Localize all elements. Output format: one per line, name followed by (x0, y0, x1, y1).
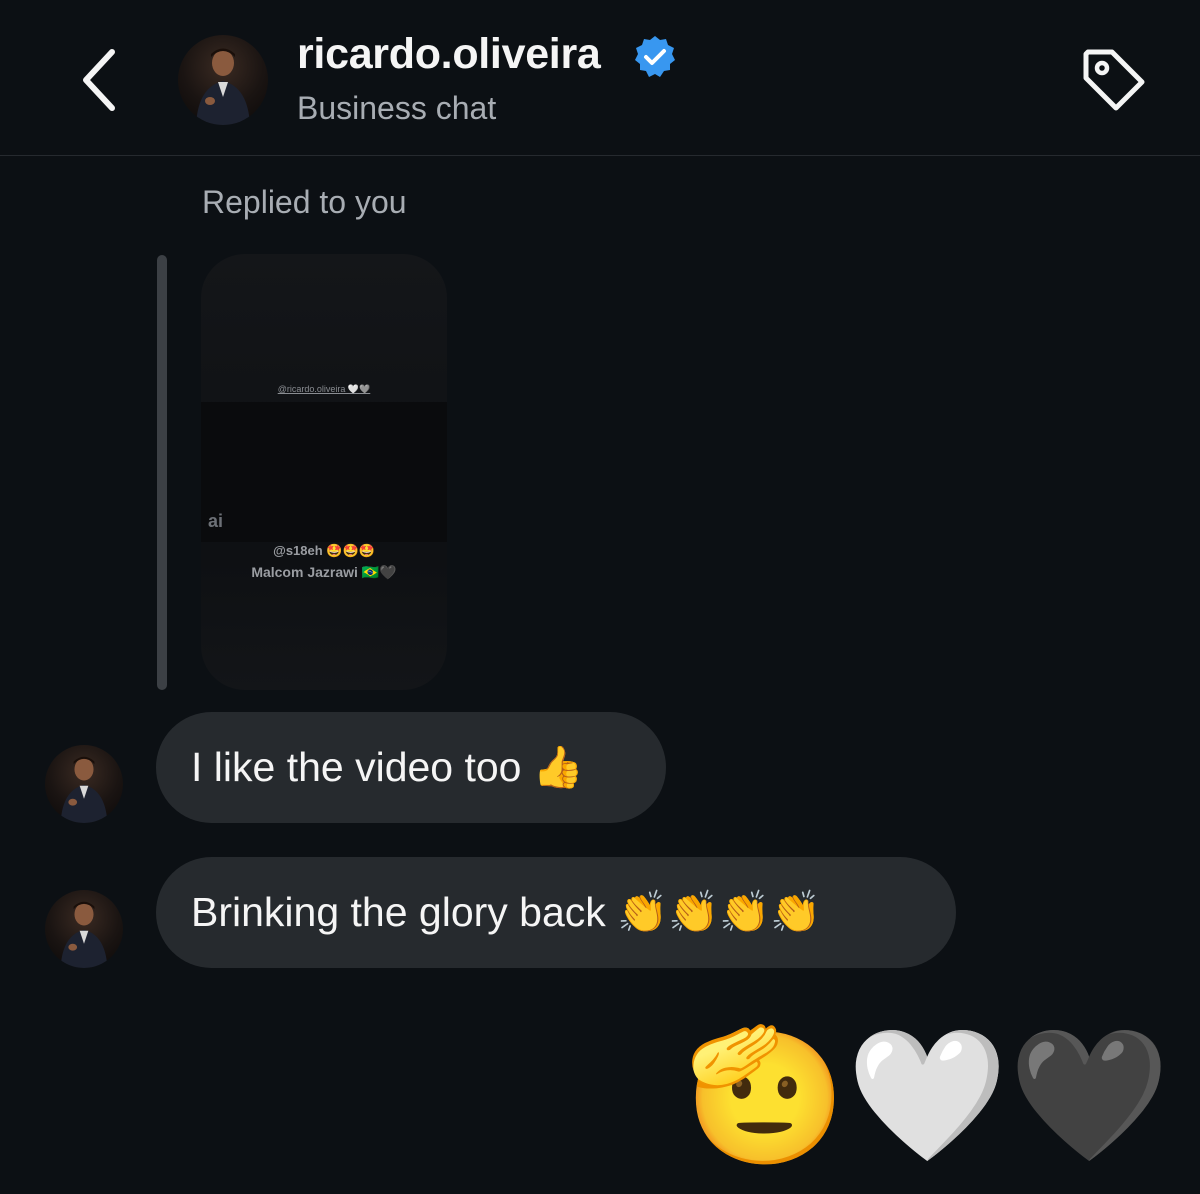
story-reply-preview[interactable]: @ricardo.oliveira 🤍🩶 ai @s18eh 🤩🤩🤩 Malco… (201, 254, 447, 690)
emoji-text: 🫡🤍🖤 (684, 1022, 1170, 1168)
chevron-left-icon (83, 49, 115, 111)
story-caption-name: Malcom Jazrawi 🇧🇷🖤 (251, 564, 397, 580)
message-bubble[interactable]: I like the video too 👍 (156, 712, 666, 823)
chat-username[interactable]: ricardo.oliveira (297, 30, 601, 79)
story-top-mention: @ricardo.oliveira 🤍🩶 (277, 384, 371, 394)
tag-button[interactable] (1078, 44, 1150, 116)
avatar[interactable] (45, 745, 123, 823)
story-video-frame (201, 402, 447, 542)
avatar[interactable] (45, 890, 123, 968)
replied-to-you-label: Replied to you (202, 184, 407, 220)
story-corner-mark: ai (208, 511, 224, 531)
story-mention: @s18eh 🤩🤩🤩 (273, 543, 375, 558)
tag-icon (1083, 49, 1145, 111)
back-button[interactable] (70, 40, 130, 120)
message-text: Brinking the glory back 👏👏👏👏 (191, 888, 822, 935)
message-text: I like the video too 👍 (191, 743, 584, 790)
avatar[interactable] (178, 35, 268, 125)
chat-header: ricardo.oliveira Business chat (0, 0, 1200, 156)
verified-badge-icon (635, 36, 675, 77)
emoji-message[interactable]: 🫡🤍🖤 (684, 1020, 1170, 1170)
reply-quote-bar (157, 255, 167, 690)
chat-subtitle: Business chat (297, 90, 497, 126)
message-bubble[interactable]: Brinking the glory back 👏👏👏👏 (156, 857, 956, 968)
